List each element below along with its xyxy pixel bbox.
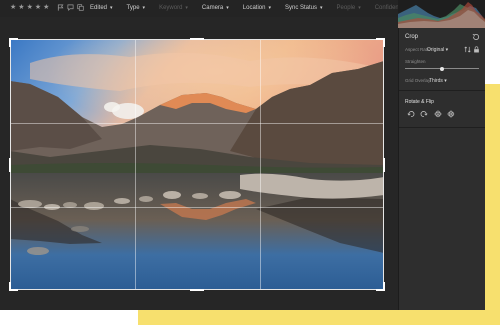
grid-overlay-label: Grid Overlay [405,78,431,83]
grid-overlay-select[interactable]: Thirds ▾ [429,78,447,84]
chevron-down-icon: ▾ [185,5,188,11]
section-divider [399,127,485,128]
chevron-down-icon: ▾ [320,5,323,11]
star-icon[interactable]: ★ [43,4,49,12]
filter-edited[interactable]: Edited ▾ [90,4,113,12]
rotate-right-icon[interactable] [420,110,428,118]
crop-grid-line [260,40,261,289]
filter-camera[interactable]: Camera ▾ [202,4,229,12]
page-background [0,310,138,325]
straighten-label: Straighten [405,59,426,64]
crop-grid-line [11,123,383,124]
chevron-down-icon: ▾ [226,5,229,11]
star-icon[interactable]: ★ [35,4,41,12]
histogram [398,0,485,28]
photo-editor-window: ★ ★ ★ ★ ★ Edited ▾ Type ▾ Keyword ▾ Camera ▾… [0,0,485,310]
crop-handle-bottom-left[interactable] [9,282,18,291]
section-divider [399,90,485,91]
chevron-down-icon: ▾ [268,5,271,11]
rotate-left-icon[interactable] [407,110,415,118]
chevron-down-icon: ▾ [445,46,449,53]
crop-handle-top-left[interactable] [9,38,18,47]
copy-icon[interactable] [77,4,84,11]
filter-location[interactable]: Location ▾ [243,4,271,12]
flip-horizontal-icon[interactable] [434,110,442,118]
flip-vertical-icon[interactable] [447,110,455,118]
crop-handle-top-right[interactable] [376,38,385,47]
crop-handle-bottom[interactable] [190,289,204,291]
chevron-down-icon: ▾ [142,5,146,11]
filter-sync-status[interactable]: Sync Status ▾ [285,4,323,12]
chevron-down-icon: ▾ [110,5,113,11]
reset-icon[interactable] [472,33,480,41]
lock-icon[interactable] [473,46,480,53]
straighten-slider-knob[interactable] [440,66,444,71]
filter-type[interactable]: Type ▾ [127,4,146,12]
crop-handle-bottom-right[interactable] [376,282,385,291]
crop-grid-line [11,207,383,208]
edit-panel: Crop Aspect Ratio Original ▾ Straighten … [398,28,485,310]
swap-orientation-icon[interactable] [464,46,471,53]
crop-handle-right[interactable] [383,158,385,172]
comment-icon[interactable] [67,4,74,11]
star-icon[interactable]: ★ [27,4,33,12]
star-icon[interactable]: ★ [10,4,16,12]
filter-toolbar: ★ ★ ★ ★ ★ Edited ▾ Type ▾ Keyword ▾ Camera ▾… [0,0,411,18]
chevron-down-icon: ▾ [444,77,447,84]
rotate-flip-section-title: Rotate & Flip [405,99,434,105]
filter-keyword: Keyword ▾ [159,5,188,11]
crop-frame[interactable] [9,38,385,291]
crop-grid-line [135,40,136,289]
crop-section-title: Crop [405,34,419,40]
rating-stars[interactable]: ★ ★ ★ ★ ★ [10,4,49,12]
star-icon[interactable]: ★ [18,4,24,12]
aspect-ratio-select[interactable]: Original ▾ [427,47,448,53]
chevron-down-icon: ▾ [358,5,361,11]
crop-handle-left[interactable] [9,158,11,172]
filter-people: People ▾ [336,5,361,11]
crop-handle-top[interactable] [190,38,204,40]
flag-icon[interactable] [57,4,64,11]
photo-canvas[interactable] [0,17,398,310]
